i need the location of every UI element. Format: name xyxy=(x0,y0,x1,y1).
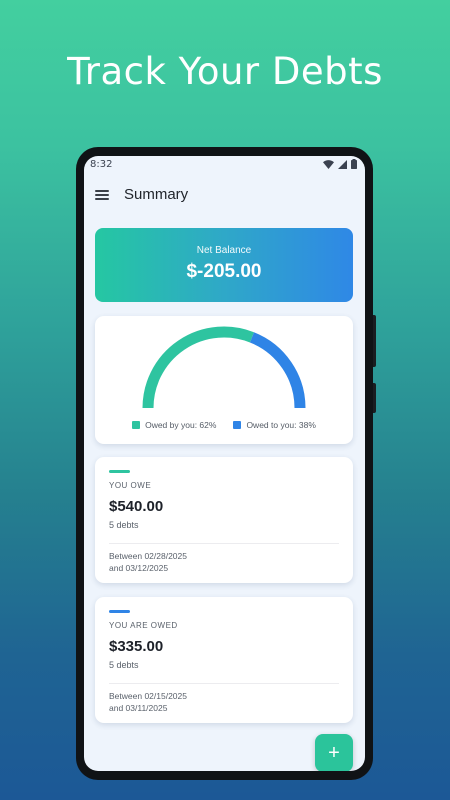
you-owe-card[interactable]: YOU OWE $540.00 5 debts Between 02/28/20… xyxy=(95,457,353,583)
phone-frame: 8:32 Summary Net Balance $-205.00 Owed b… xyxy=(76,147,376,780)
status-bar: 8:32 xyxy=(84,156,365,173)
you-owe-caption: YOU OWE xyxy=(109,481,152,490)
date-range-line: Between 02/15/2025 xyxy=(109,691,187,701)
legend-item-owed-by-you: Owed by you: 62% xyxy=(132,420,216,430)
net-balance-card: Net Balance $-205.00 xyxy=(95,228,353,302)
divider xyxy=(109,683,339,684)
add-debt-button[interactable]: + xyxy=(315,734,353,771)
battery-icon xyxy=(351,159,357,169)
debt-gauge-card: Owed by you: 62% Owed to you: 38% xyxy=(95,316,353,444)
accent-bar xyxy=(109,470,130,473)
gauge-arc-owed-to-you xyxy=(249,332,306,409)
headline: Track Your Debts xyxy=(67,50,383,93)
gauge-legend: Owed by you: 62% Owed to you: 38% xyxy=(95,420,353,430)
menu-icon[interactable] xyxy=(95,190,109,200)
net-balance-value: $-205.00 xyxy=(186,261,262,282)
divider xyxy=(109,543,339,544)
accent-bar xyxy=(109,610,130,613)
gauge-arc-owed-by-you xyxy=(142,326,254,409)
legend-swatch xyxy=(132,421,141,429)
volume-button xyxy=(373,315,376,367)
you-owe-amount: $540.00 xyxy=(109,498,164,515)
status-time: 8:32 xyxy=(90,159,113,170)
app-screen: 8:32 Summary Net Balance $-205.00 Owed b… xyxy=(84,156,365,771)
you-are-owed-amount: $335.00 xyxy=(109,638,164,655)
you-are-owed-caption: YOU ARE OWED xyxy=(109,621,178,630)
date-range-line: and 03/12/2025 xyxy=(109,563,169,573)
you-owe-count: 5 debts xyxy=(109,520,139,530)
signal-icon xyxy=(338,159,347,169)
net-balance-label: Net Balance xyxy=(196,245,252,256)
page-title: Summary xyxy=(124,186,189,203)
power-button xyxy=(373,383,376,413)
legend-swatch xyxy=(233,421,242,429)
date-range-line: Between 02/28/2025 xyxy=(109,551,187,561)
legend-item-owed-to-you: Owed to you: 38% xyxy=(233,420,316,430)
you-are-owed-card[interactable]: YOU ARE OWED $335.00 5 debts Between 02/… xyxy=(95,597,353,723)
debt-gauge xyxy=(142,326,306,409)
status-icons xyxy=(323,159,357,169)
you-owe-date-range: Between 02/28/2025 and 03/12/2025 xyxy=(109,550,187,574)
wifi-icon xyxy=(323,159,334,169)
legend-label: Owed to you: 38% xyxy=(246,420,316,430)
date-range-line: and 03/11/2025 xyxy=(109,703,168,713)
you-are-owed-count: 5 debts xyxy=(109,660,139,670)
you-are-owed-date-range: Between 02/15/2025 and 03/11/2025 xyxy=(109,690,187,714)
legend-label: Owed by you: 62% xyxy=(145,420,217,430)
app-bar: Summary xyxy=(84,180,365,210)
